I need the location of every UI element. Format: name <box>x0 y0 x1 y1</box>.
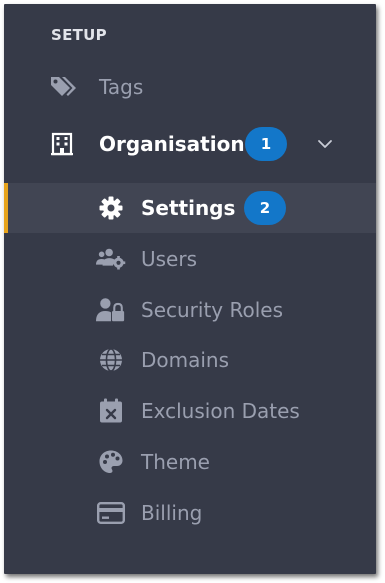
sidebar-subitem-settings[interactable]: Settings 2 <box>4 183 376 233</box>
tags-icon <box>50 72 80 102</box>
calendar-times-icon <box>96 396 126 426</box>
sidebar-subitem-label: Settings <box>141 196 236 220</box>
sidebar-subitem-label: Security Roles <box>141 298 284 322</box>
sidebar-subitem-theme[interactable]: Theme <box>4 437 376 487</box>
active-indicator <box>4 183 8 233</box>
user-lock-icon <box>96 295 126 325</box>
credit-card-icon <box>96 498 126 528</box>
sidebar-subitem-security-roles[interactable]: Security Roles <box>4 285 376 335</box>
sidebar-item-organisation[interactable]: Organisation 1 <box>4 119 376 169</box>
sidebar-subitem-exclusion-dates[interactable]: Exclusion Dates <box>4 386 376 436</box>
building-icon <box>47 129 77 159</box>
sidebar-subitem-label: Theme <box>141 450 210 474</box>
sidebar-item-label: Tags <box>99 75 144 99</box>
sidebar-item-label: Organisation <box>99 132 245 156</box>
sidebar-item-tags[interactable]: Tags <box>4 62 376 112</box>
sidebar-subitem-label: Users <box>141 247 198 271</box>
users-gear-icon <box>96 244 126 274</box>
gear-icon <box>96 193 126 223</box>
sidebar-subitem-label: Exclusion Dates <box>141 399 300 423</box>
sidebar-subitem-label: Domains <box>141 348 230 372</box>
sidebar-subitem-billing[interactable]: Billing <box>4 488 376 538</box>
notification-badge: 2 <box>244 191 286 225</box>
sidebar-subitem-users[interactable]: Users <box>4 234 376 284</box>
sidebar-panel: SETUP Tags Organisation 1 Settings 2 Use… <box>4 4 376 574</box>
sidebar-subitem-domains[interactable]: Domains <box>4 335 376 385</box>
section-title: SETUP <box>51 26 107 44</box>
sidebar-subitem-label: Billing <box>141 501 203 525</box>
palette-icon <box>96 447 126 477</box>
notification-badge: 1 <box>245 127 287 161</box>
chevron-down-icon[interactable] <box>315 134 335 154</box>
globe-icon <box>96 345 126 375</box>
